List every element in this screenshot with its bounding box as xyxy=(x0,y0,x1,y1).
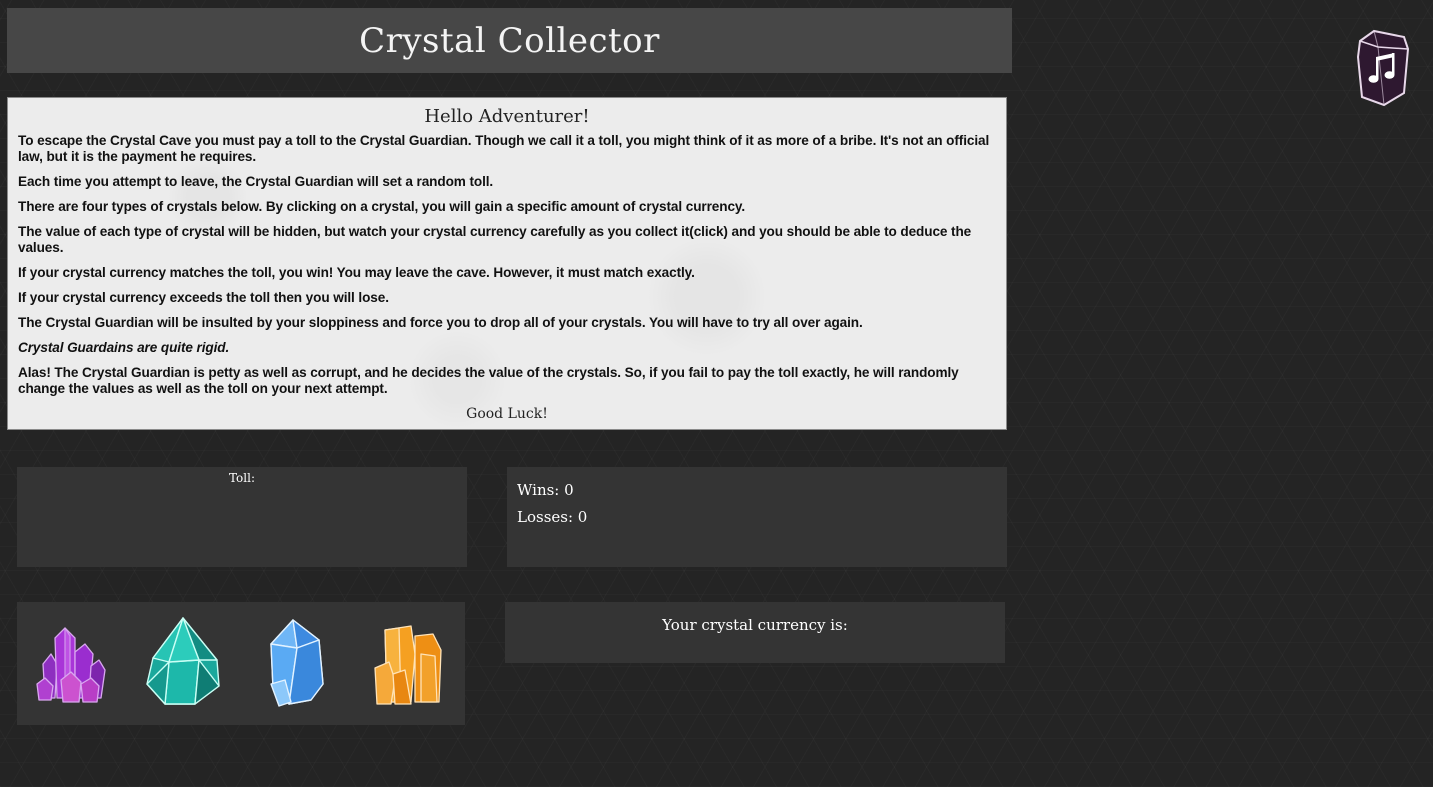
toll-label: Toll: xyxy=(228,471,255,485)
orange-crystal-icon[interactable] xyxy=(371,624,447,706)
instruction-paragraph: If your crystal currency matches the tol… xyxy=(18,265,695,280)
purple-crystal-icon[interactable] xyxy=(35,624,109,704)
good-luck-text: Good Luck! xyxy=(466,406,548,422)
score-panel: Wins: 0 Losses: 0 xyxy=(507,467,1007,567)
instruction-paragraph: Each time you attempt to leave, the Crys… xyxy=(18,174,494,189)
music-note-icon xyxy=(1356,29,1410,107)
instruction-paragraph: Crystal Guardains are quite rigid. xyxy=(18,340,230,355)
instruction-paragraph: The Crystal Guardian will be insulted by… xyxy=(18,315,863,330)
toll-panel: Toll: xyxy=(17,467,467,567)
instructions-panel: Hello Adventurer! To escape the Crystal … xyxy=(7,97,1007,430)
instruction-paragraph: If your crystal currency exceeds the tol… xyxy=(18,290,389,305)
instruction-paragraph: The value of each type of crystal will b… xyxy=(18,224,972,255)
currency-panel: Your crystal currency is: xyxy=(505,602,1005,663)
teal-crystal-icon[interactable] xyxy=(143,616,225,708)
wins-counter: Wins: 0 xyxy=(517,481,574,499)
blue-crystal-icon[interactable] xyxy=(267,618,327,708)
crystals-panel xyxy=(17,602,465,725)
instruction-paragraph: To escape the Crystal Cave you must pay … xyxy=(18,133,990,164)
header: Crystal Collector xyxy=(7,8,1012,73)
page-title: Crystal Collector xyxy=(359,20,660,61)
instruction-paragraph: Alas! The Crystal Guardian is petty as w… xyxy=(18,365,959,396)
instruction-paragraph: There are four types of crystals below. … xyxy=(18,199,746,214)
music-toggle-button[interactable] xyxy=(1354,27,1412,107)
instructions-heading: Hello Adventurer! xyxy=(424,106,590,127)
currency-label: Your crystal currency is: xyxy=(662,616,848,634)
losses-counter: Losses: 0 xyxy=(517,508,588,526)
